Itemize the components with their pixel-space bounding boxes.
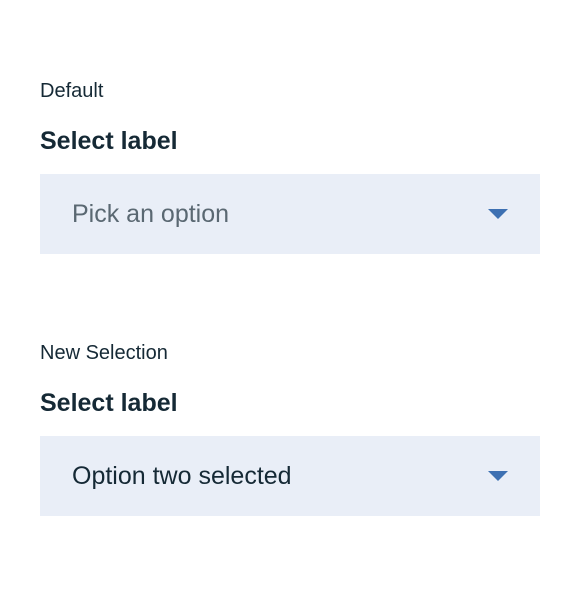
select-placeholder: Pick an option (72, 200, 230, 228)
caret-down-icon (488, 209, 508, 219)
select-label: Select label (40, 127, 178, 155)
default-select-dropdown[interactable]: Pick an option (40, 174, 540, 254)
new-selection-select-group: New Selection Select label Option two se… (40, 340, 540, 516)
new-selection-select-dropdown[interactable]: Option two selected (40, 436, 540, 516)
caret-down-icon (488, 471, 508, 481)
default-select-group: Default Select label Pick an option (40, 78, 540, 254)
default-caption: Default (40, 80, 104, 102)
select-label: Select label (40, 389, 178, 417)
select-selected-value: Option two selected (72, 462, 292, 490)
new-selection-caption: New Selection (40, 342, 168, 364)
